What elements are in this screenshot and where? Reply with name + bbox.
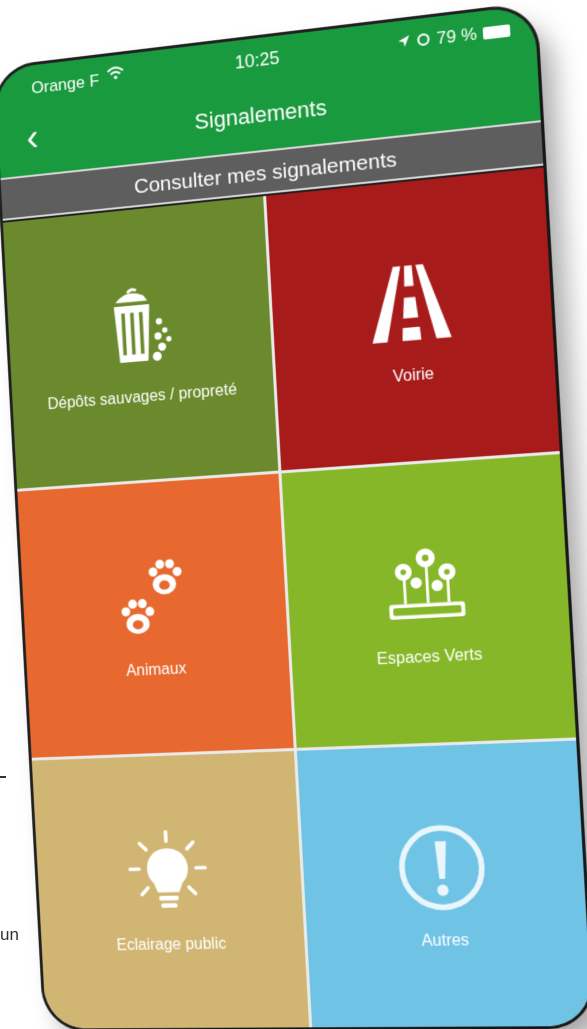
trash-icon bbox=[91, 277, 184, 375]
tile-label: Autres bbox=[421, 931, 470, 952]
background-text-fragment: un bbox=[0, 925, 19, 945]
paw-icon bbox=[106, 552, 200, 648]
road-icon bbox=[360, 252, 460, 354]
tile-autres[interactable]: Autres bbox=[297, 741, 587, 1027]
status-right: 79 % bbox=[397, 20, 511, 54]
tile-label: Voirie bbox=[392, 364, 434, 388]
phone-screen: Orange F 10:25 79 % ‹ Signalements Consu… bbox=[0, 5, 587, 1029]
alarm-icon bbox=[416, 30, 431, 52]
tile-label: Dépôts sauvages / propreté bbox=[47, 380, 237, 415]
tile-label: Espaces Verts bbox=[376, 646, 482, 671]
tile-voirie[interactable]: Voirie bbox=[266, 168, 560, 470]
flowers-icon bbox=[376, 535, 476, 634]
battery-icon bbox=[483, 24, 511, 40]
tile-animaux[interactable]: Animaux bbox=[17, 473, 293, 758]
background-tick bbox=[0, 776, 6, 778]
tile-label: Animaux bbox=[126, 660, 187, 683]
exclamation-icon bbox=[391, 819, 491, 915]
tile-espaces-verts[interactable]: Espaces Verts bbox=[281, 454, 576, 748]
tile-eclairage-public[interactable]: Eclairage public bbox=[32, 751, 309, 1028]
category-grid: Dépôts sauvages / propreté Voirie bbox=[3, 168, 587, 1029]
lightbulb-icon bbox=[120, 827, 214, 920]
tile-depots-sauvages[interactable]: Dépôts sauvages / propreté bbox=[3, 196, 278, 488]
location-arrow-icon bbox=[397, 32, 411, 54]
tile-label: Eclairage public bbox=[116, 935, 227, 956]
